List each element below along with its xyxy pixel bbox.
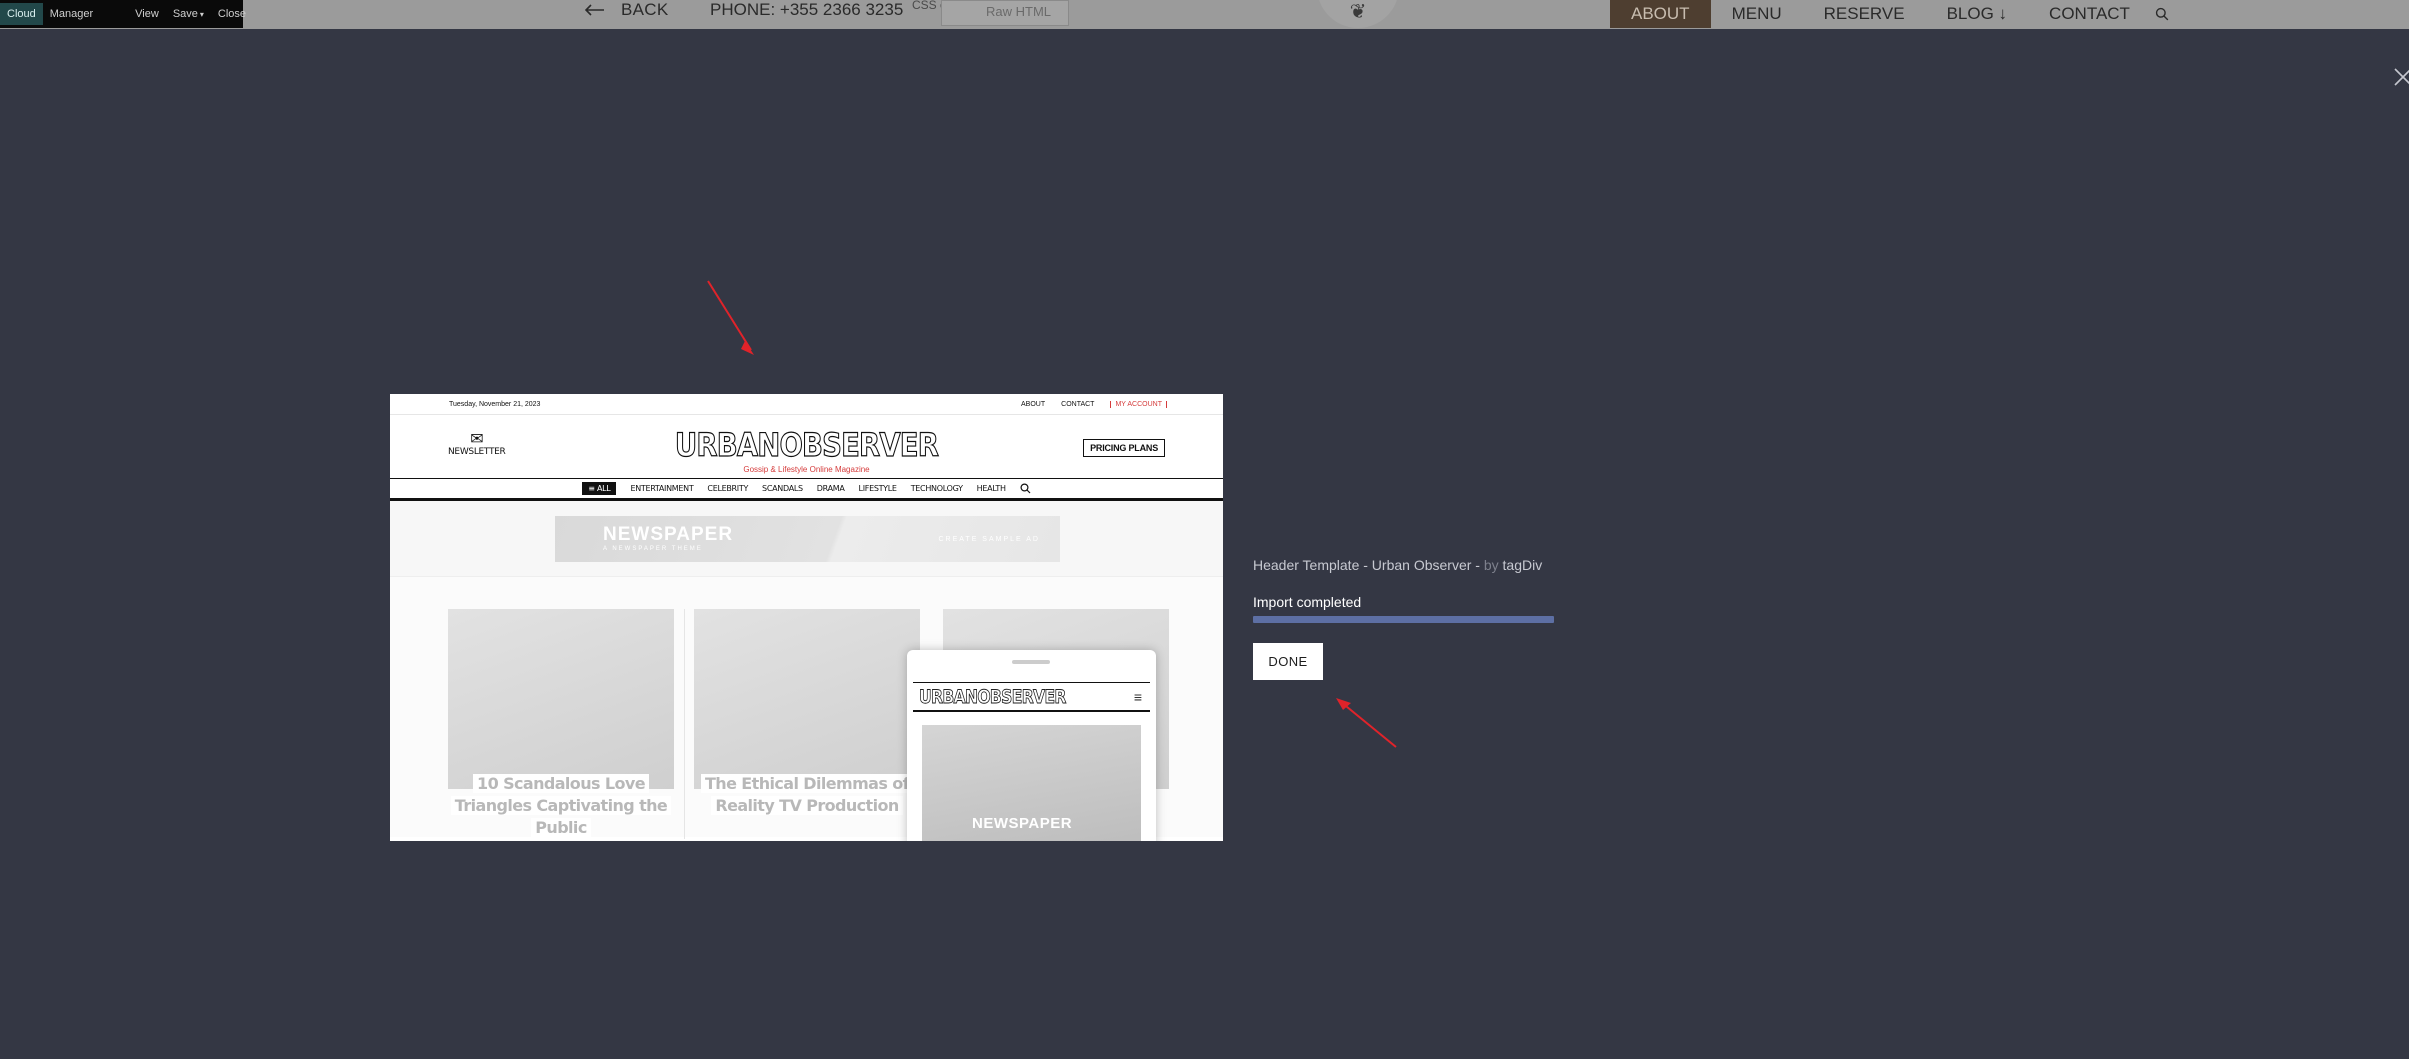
template-name: Header Template - Urban Observer - [1253,557,1484,573]
preview-date: Tuesday, November 21, 2023 [449,400,541,408]
builder-toolbar: Cloud Manager View Save ▾ Close [0,0,246,28]
toolbar-save-label: Save [172,8,198,20]
preview-menu-item: ENTERTAINMENT [630,484,694,493]
preview-logo: URBANOBSERVER [674,425,939,464]
template-author: tagDiv [1498,557,1543,573]
template-by-label: by [1483,557,1499,573]
preview-menu-item: HEALTH [976,484,1006,493]
preview-ad-area: NEWSPAPER A NEWSPAPER THEME CREATE SAMPL… [390,501,1223,577]
preview-card1-title: 10 Scandalous Love Triangles Captivating… [450,774,672,837]
preview-top-links: ABOUT CONTACT MY ACCOUNT [1021,400,1167,408]
preview-menu-all: ≡ ALL [582,482,617,495]
import-progress-fill [1253,616,1554,623]
import-progress-bar [1253,616,1554,623]
preview-menu-item: LIFESTYLE [858,484,897,493]
nav-item-reserve[interactable]: RESERVE [1803,0,1926,28]
nav-item-blog[interactable]: BLOG ↓ [1926,0,2028,28]
toolbar-close-button[interactable]: Close [211,8,253,20]
preview-card-title: 10 Scandalous Love Triangles Captivating… [448,773,674,839]
search-icon [1020,483,1031,494]
toolbar-save-button[interactable]: Save ▾ [166,8,211,20]
template-preview-image: Tuesday, November 21, 2023 ABOUT CONTACT… [390,394,1223,841]
arrow-left-icon [585,3,604,16]
done-button[interactable]: DONE [1253,643,1323,680]
preview-ad-cta: CREATE SAMPLE AD [938,536,1040,543]
preview-ad-title: NEWSPAPER [603,524,734,545]
preview-mobile-mockup: URBANOBSERVER ≡ NEWSPAPER [907,650,1156,841]
nav-item-menu[interactable]: MENU [1711,0,1803,28]
preview-link-about: ABOUT [1021,400,1046,408]
preview-ad-subtitle: A NEWSPAPER THEME [603,546,703,552]
preview-card-title: The Ethical Dilemmas of Reality TV Produ… [694,773,920,817]
mobile-hero-text: NEWSPAPER [972,815,1073,832]
preview-cards: 10 Scandalous Love Triangles Captivating… [390,577,1223,841]
preview-card-divider [684,609,685,839]
hamburger-icon: ≡ [1133,689,1142,705]
mobile-header: URBANOBSERVER ≡ [913,682,1150,712]
import-status: Import completed [1253,594,1362,610]
annotation-arrow-icon [1336,698,1397,748]
nav-item-about[interactable]: ABOUT [1610,0,1711,28]
preview-menu-item: DRAMA [816,484,845,493]
preview-menu-item: TECHNOLOGY [910,484,963,493]
preview-card-image [448,609,674,789]
preview-link-contact: CONTACT [1061,400,1095,408]
preview-link-account: MY ACCOUNT [1110,400,1167,408]
toolbar-cloud-button[interactable]: Cloud [0,3,43,25]
close-icon[interactable] [2392,66,2409,88]
preview-tagline: Gossip & Lifestyle Online Magazine [743,465,870,474]
back-link[interactable]: BACK [585,0,669,19]
toolbar-view-button[interactable]: View [128,8,166,20]
preview-menu-item: SCANDALS [762,484,803,493]
back-label: BACK [621,0,669,19]
preview-menu-item: CELEBRITY [707,484,749,493]
main-nav: ABOUT MENU RESERVE BLOG ↓ CONTACT [1610,0,2169,28]
preview-menu: ≡ ALL ENTERTAINMENT CELEBRITY SCANDALS D… [390,478,1223,501]
toolbar-manager-button[interactable]: Manager [43,8,100,20]
annotation-arrow-icon [707,280,754,355]
preview-pricing-button: PRICING PLANS [1083,439,1165,457]
nav-item-contact[interactable]: CONTACT [2028,0,2151,28]
template-title: Header Template - Urban Observer - by ta… [1253,557,1542,573]
preview-card-image [694,609,920,789]
mobile-logo: URBANOBSERVER [919,686,1067,709]
preview-ad-banner: NEWSPAPER A NEWSPAPER THEME CREATE SAMPL… [555,516,1060,562]
raw-html-field[interactable]: Raw HTML [941,0,1069,26]
preview-header: ✉ NEWSLETTER URBANOBSERVER Gossip & Life… [390,415,1223,478]
search-icon[interactable] [2151,5,2169,23]
preview-card2-title: The Ethical Dilemmas of Reality TV Produ… [700,774,913,815]
mobile-notch [1012,660,1050,664]
chevron-down-icon: ▾ [199,10,204,19]
preview-top-bar: Tuesday, November 21, 2023 ABOUT CONTACT… [390,394,1223,415]
phone-number: PHONE: +355 2366 3235 [710,0,904,19]
